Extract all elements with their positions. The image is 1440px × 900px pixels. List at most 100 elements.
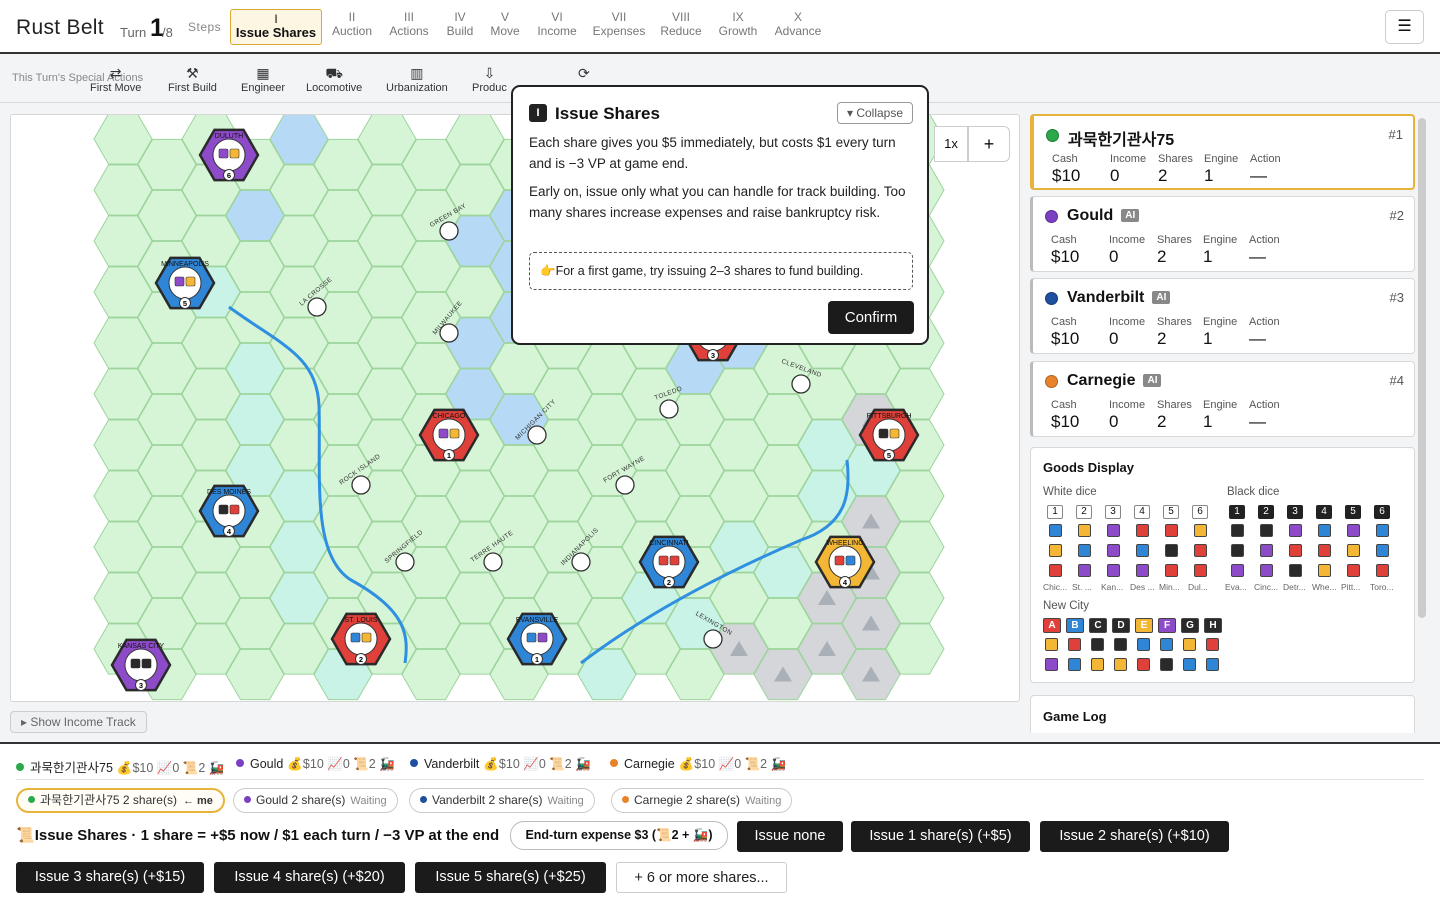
city-caption: Whe... [1312, 582, 1336, 592]
show-income-track-button[interactable]: ▸ Show Income Track [10, 711, 147, 733]
right-panel-scrollbar[interactable] [1418, 118, 1426, 618]
step-advance[interactable]: X Advance [771, 10, 825, 44]
goods-cube [1194, 564, 1207, 577]
city-circle [212, 494, 246, 528]
stat-label: Engine [1203, 399, 1238, 411]
goods-cube [1376, 544, 1389, 557]
issue-button-5[interactable]: Issue 5 share(s) (+$25) [415, 862, 606, 893]
goods-cube [834, 555, 845, 566]
special-action-locomotive[interactable]: ⛟ Locomotive [306, 64, 362, 94]
step-label: Reduce [660, 24, 702, 38]
player-rank: #1 [1388, 127, 1403, 142]
divider [16, 779, 1424, 780]
player-card[interactable]: Carnegie AI #4 Cash $10 Income 0 Shares 2 Engine 1… [1030, 361, 1415, 437]
die-face: 1 [1229, 505, 1245, 519]
city-caption: Detr... [1283, 582, 1306, 592]
zoom-in-button[interactable]: + [968, 126, 1010, 162]
confirm-button[interactable]: Confirm [828, 301, 914, 334]
goods-cube [1091, 658, 1104, 671]
special-action-urbanization[interactable]: ▥ Urbanization [386, 64, 448, 94]
player-card[interactable]: 과묵한기관사75 #1 Cash $10 Income 0 Shares 2 Engine 1 Ac… [1030, 114, 1415, 190]
city-caption: Des ... [1130, 582, 1154, 592]
player-color-dot [1045, 292, 1058, 305]
stat-value: 1 [1203, 247, 1213, 266]
stat-label: Income [1109, 399, 1146, 411]
player-color-dot [1046, 129, 1059, 142]
special-action-engineer[interactable]: ▦ Engineer [241, 64, 285, 94]
step-growth[interactable]: IX Growth [715, 10, 761, 44]
goods-cube [229, 504, 240, 515]
player-card[interactable]: Vanderbilt AI #3 Cash $10 Income 0 Shares 2 Engin… [1030, 278, 1415, 354]
city-number: 5 [887, 451, 891, 460]
stat-value: — [1249, 329, 1266, 348]
step-build[interactable]: IV Build [440, 10, 480, 44]
stat-value: — [1250, 166, 1267, 185]
player-name-text: Carnegie [1067, 372, 1136, 389]
action-icon: ⇩ [483, 65, 496, 81]
city-caption: Chic... [1043, 582, 1067, 592]
goods-cube [1260, 564, 1273, 577]
step-expenses[interactable]: VII Expenses [590, 10, 648, 44]
expense-chip: End-turn expense $3 (📜2 + 🚂) [510, 821, 728, 850]
goods-cube [1347, 524, 1360, 537]
issue-button-4[interactable]: Issue 4 share(s) (+$20) [214, 862, 405, 893]
goods-cube [1136, 564, 1149, 577]
goods-cube [350, 632, 361, 643]
special-action-produc[interactable]: ⇩ Produc [472, 64, 507, 94]
new-city-letter: C [1089, 618, 1107, 633]
goods-cube [1231, 544, 1244, 557]
die-face: 4 [1316, 505, 1332, 519]
special-action-extra[interactable]: ⟳ [578, 64, 590, 82]
goods-cube [889, 428, 900, 439]
collapse-button[interactable]: ▾ Collapse [837, 102, 913, 124]
stat-income: Income 0 [1109, 316, 1145, 349]
special-action-first-build[interactable]: ⚒ First Build [168, 64, 217, 94]
zoom-level[interactable]: 1x [934, 126, 968, 162]
player-color-dot [622, 796, 629, 803]
goods-cube [669, 555, 680, 566]
issue-shares-heading: 📜Issue Shares · 1 share = +$5 now / $1 e… [16, 826, 499, 844]
goods-cube [1136, 544, 1149, 557]
goods-cube [1045, 658, 1058, 671]
issue-button-0[interactable]: Issue none [737, 821, 843, 852]
city-number: 1 [447, 451, 451, 460]
step-auction[interactable]: II Auction [331, 10, 373, 44]
city-circle [168, 266, 202, 300]
issue-button-6[interactable]: + 6 or more shares... [616, 862, 787, 893]
city-caption: Pitt... [1341, 582, 1361, 592]
player-card[interactable]: Gould AI #2 Cash $10 Income 0 Shares 2 Engine 1 Act… [1030, 196, 1415, 272]
stat-label: Cash [1051, 234, 1077, 246]
step-label: Actions [389, 24, 429, 38]
stat-label: Action [1250, 153, 1281, 165]
step-reduce[interactable]: VIII Reduce [658, 10, 704, 44]
stat-cash: Cash $10 [1051, 399, 1079, 432]
issue-button-1[interactable]: Issue 1 share(s) (+$5) [851, 821, 1030, 852]
goods-cube [1107, 524, 1120, 537]
town-circle [791, 374, 811, 394]
issue-button-2[interactable]: Issue 2 share(s) (+$10) [1040, 821, 1229, 852]
stat-shares: Shares 2 [1158, 153, 1193, 186]
chip-name: Vanderbilt 2 share(s) [432, 793, 543, 807]
goods-cube [1206, 638, 1219, 651]
stat-value: 0 [1109, 247, 1119, 266]
new-city-letter: B [1066, 618, 1084, 633]
stat-label: Action [1249, 399, 1280, 411]
step-actions[interactable]: III Actions [386, 10, 432, 44]
hamburger-icon[interactable]: ☰ [1385, 10, 1424, 44]
special-action-first-move[interactable]: ⇄ First Move [90, 64, 141, 94]
app-title: Rust Belt [16, 16, 104, 39]
step-move[interactable]: V Move [488, 10, 522, 44]
city-name: WHEELING [826, 540, 863, 547]
goods-cube [1091, 638, 1104, 651]
goods-cube [1160, 638, 1173, 651]
issue-button-3[interactable]: Issue 3 share(s) (+$15) [16, 862, 204, 893]
die-face: 2 [1258, 505, 1274, 519]
stat-cash: Cash $10 [1051, 316, 1079, 349]
goods-cube [1347, 564, 1360, 577]
step-income[interactable]: VI Income [534, 10, 580, 44]
step-issue-shares[interactable]: I Issue Shares [230, 9, 322, 45]
goods-cube [1318, 524, 1331, 537]
goods-cube [1078, 524, 1091, 537]
goods-cube [1289, 524, 1302, 537]
town-circle [351, 475, 371, 495]
